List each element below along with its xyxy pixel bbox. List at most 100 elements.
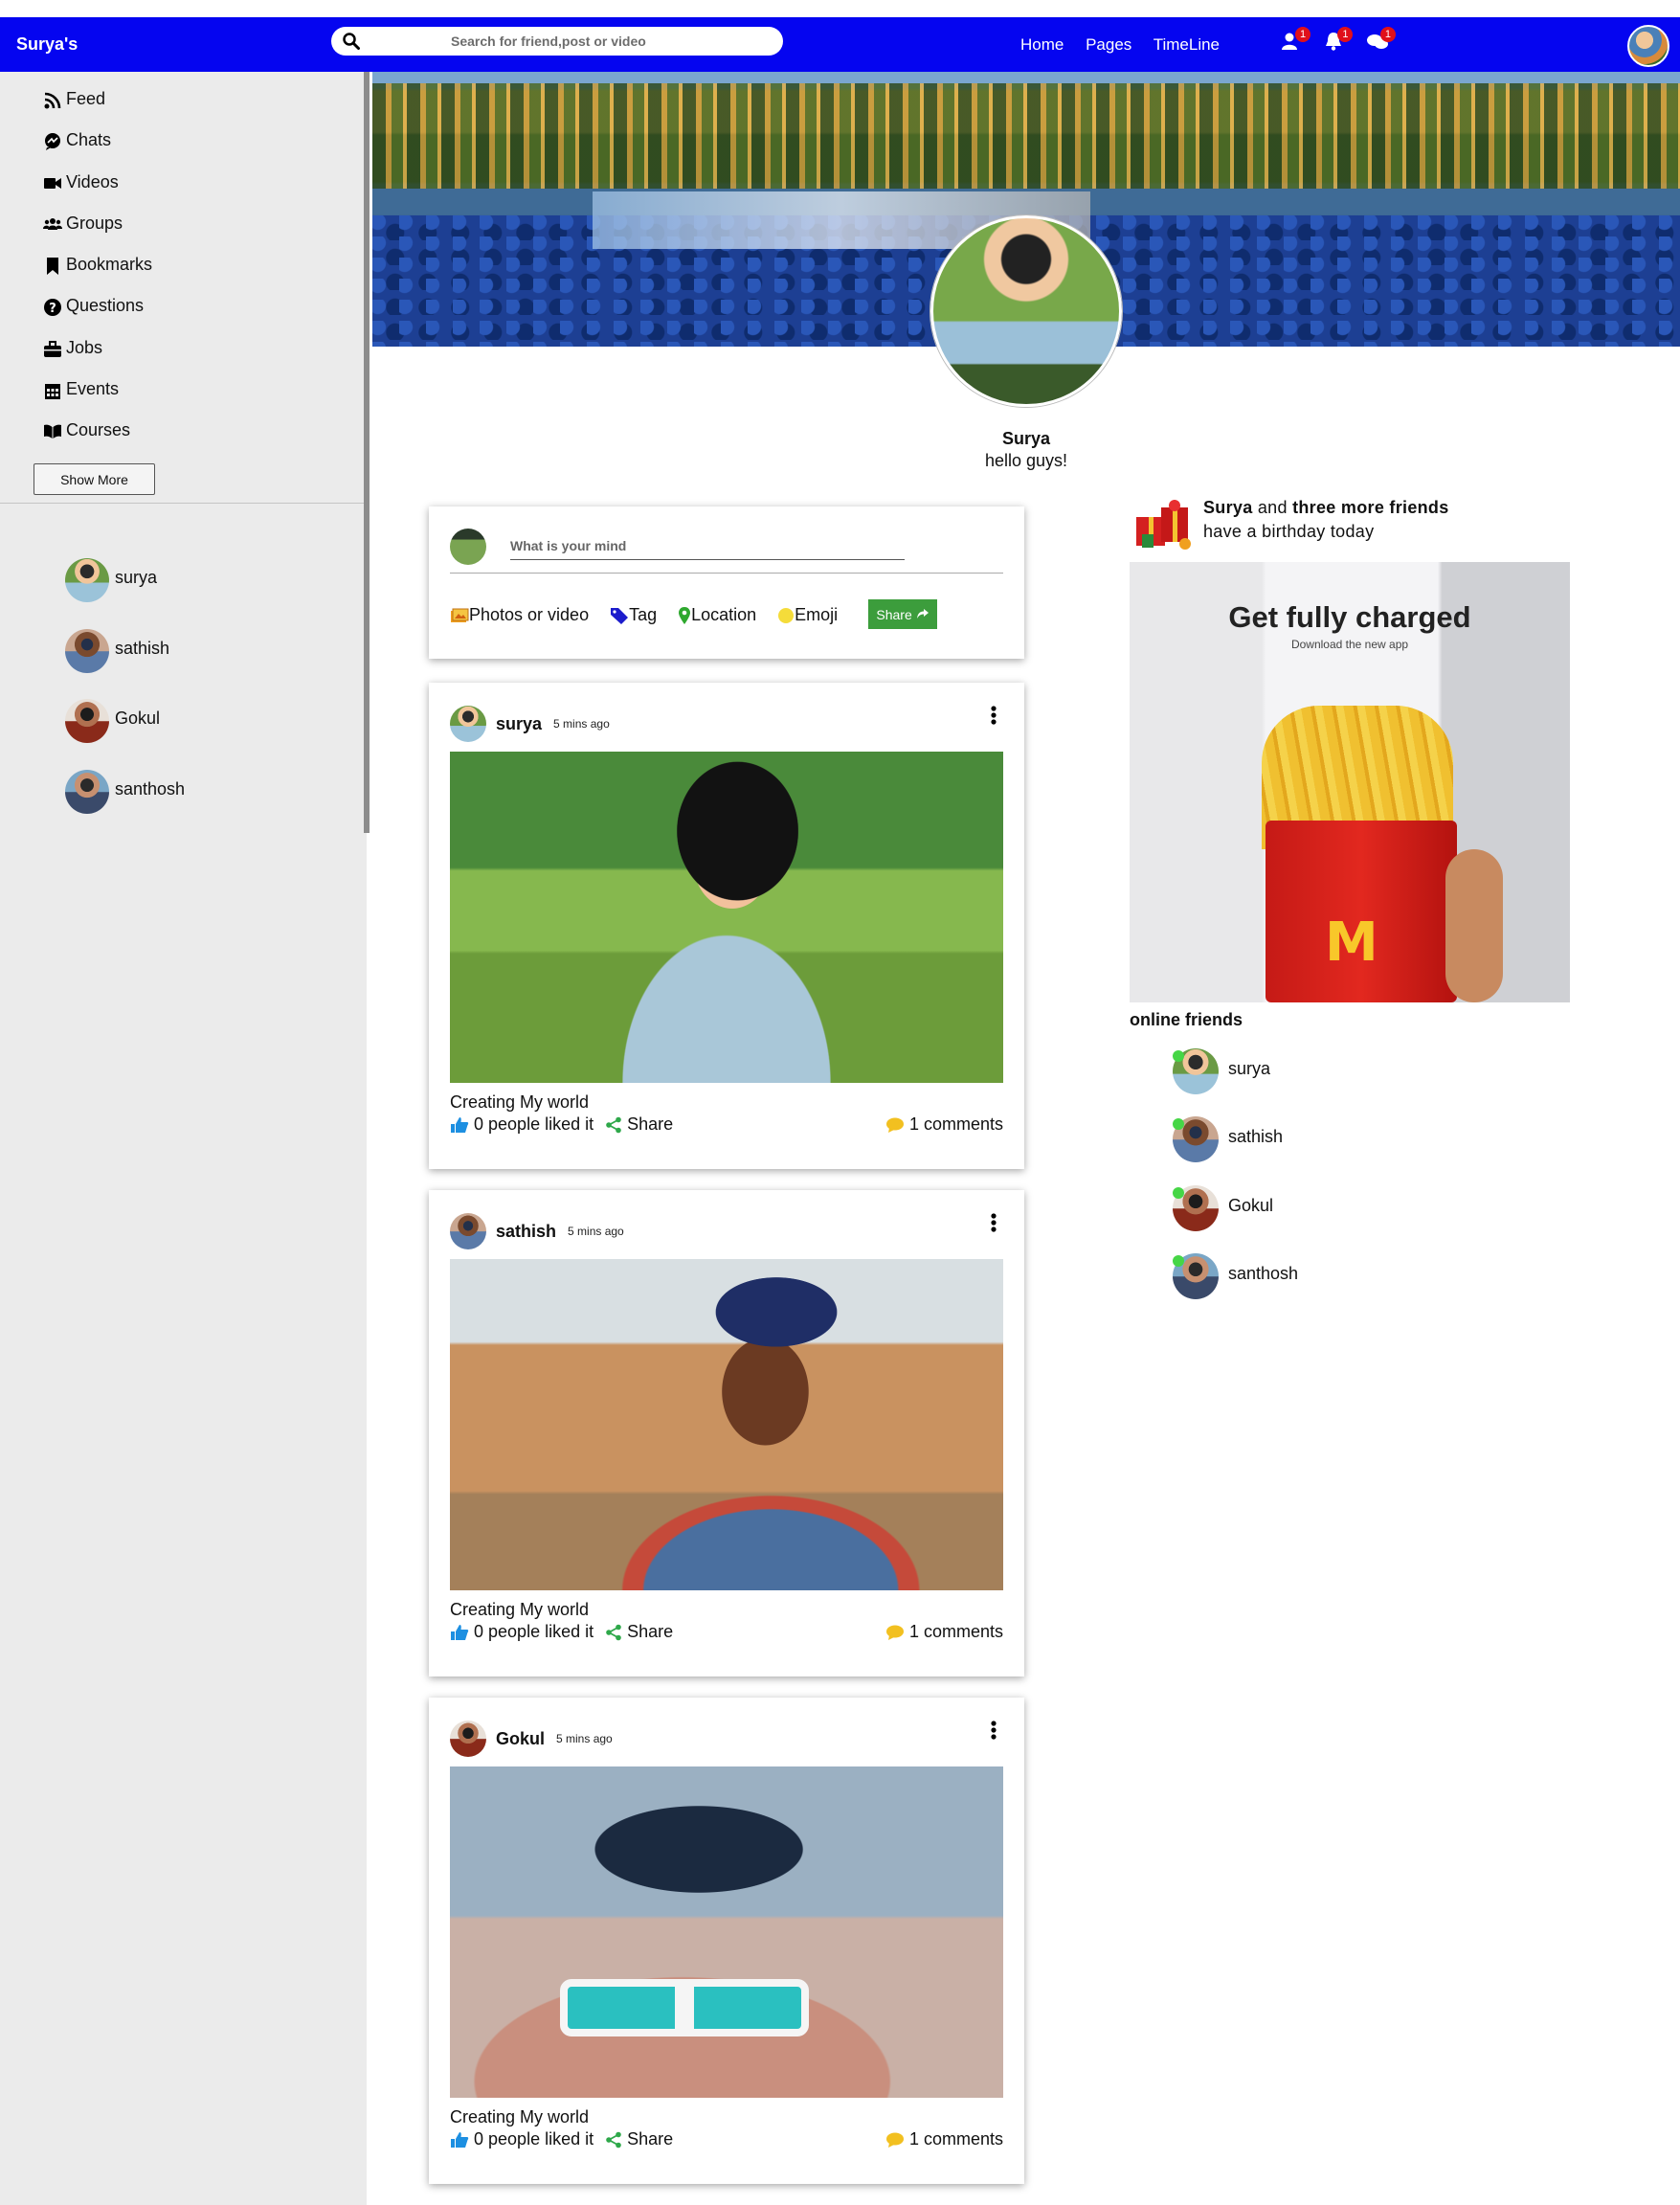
nav-pages-link[interactable]: Pages [1086,35,1131,54]
share-options: Photos or video Tag Location Emoji [450,605,859,625]
post-username[interactable]: surya [496,714,542,734]
like-button[interactable]: 0 people liked it [450,1114,594,1135]
like-count: 0 people liked it [474,2129,594,2149]
sidebar-item-videos[interactable]: Videos [43,172,152,214]
tag-icon [611,607,629,624]
share-label: Share [627,1622,674,1641]
avatar [450,529,486,565]
birthday-name[interactable]: Surya [1203,498,1253,517]
photo-video-option[interactable]: Photos or video [450,605,589,625]
sidebar-item-jobs[interactable]: Jobs [43,338,152,379]
messages-badge: 1 [1379,27,1396,42]
post-card: Gokul 5 mins ago Creating My world 0 peo… [429,1698,1024,2184]
nav-links: Home Pages TimeLine [1020,35,1237,55]
online-friend-santhosh[interactable]: santhosh [1173,1252,1298,1321]
sidebar-item-label: Questions [66,296,145,316]
briefcase-icon [44,340,61,357]
more-options-icon[interactable] [990,705,997,726]
show-more-button[interactable]: Show More [34,463,155,495]
advertisement[interactable]: Get fully charged Download the new app M [1130,562,1570,1002]
share-arrow-icon [916,608,929,619]
nav-home-link[interactable]: Home [1020,35,1064,54]
post-timestamp: 5 mins ago [556,1732,613,1745]
online-status-dot [1173,1254,1184,1267]
status-input[interactable] [510,531,905,560]
post-card: sathish 5 mins ago Creating My world 0 p… [429,1190,1024,1676]
sidebar-divider [0,503,367,504]
share-post-button[interactable]: Share [868,599,937,629]
user-avatar[interactable] [1627,25,1669,67]
location-option[interactable]: Location [678,605,756,625]
sidebar-item-bookmarks[interactable]: Bookmarks [43,255,152,296]
emoji-option[interactable]: Emoji [777,605,838,625]
post-caption: Creating My world [450,1600,590,1619]
online-friend-gokul[interactable]: Gokul [1173,1184,1298,1253]
tag-option[interactable]: Tag [610,605,657,625]
sidebar-friend-sathish[interactable]: sathish [65,628,185,709]
notifications-badge: 1 [1337,27,1354,42]
online-friends-list: surya sathish Gokul santhosh [1173,1048,1298,1321]
share-button[interactable]: Share [605,1114,673,1135]
video-icon [44,177,61,189]
more-options-icon[interactable] [990,1720,997,1741]
share-button[interactable]: Share [605,1622,673,1642]
sidebar-item-questions[interactable]: ? Questions [43,296,152,337]
share-box: Photos or video Tag Location Emoji Share [429,506,1024,659]
sidebar-friend-gokul[interactable]: Gokul [65,699,185,779]
brand-logo[interactable]: Surya's [16,34,78,55]
profile-picture[interactable] [930,215,1122,407]
comments-button[interactable]: 1 comments [885,1114,1003,1135]
sidebar-friend-surya[interactable]: surya [65,558,185,639]
comment-icon [885,1117,904,1133]
sidebar-item-courses[interactable]: Courses [43,420,152,461]
post-actions: 0 people liked it Share 1 comments [450,2129,1003,2149]
comments-button[interactable]: 1 comments [885,2129,1003,2149]
like-button[interactable]: 0 people liked it [450,2129,594,2149]
sidebar-friend-santhosh[interactable]: santhosh [65,769,185,850]
share-label: Share [627,1114,674,1134]
more-options-icon[interactable] [990,1212,997,1233]
friend-name: Gokul [115,709,161,728]
ad-subtitle: Download the new app [1290,638,1409,651]
left-sidebar: Feed Chats Videos Groups Bookmarks ? Que… [0,72,367,2205]
post-image[interactable] [450,1259,1003,1590]
avatar[interactable] [450,706,486,742]
post-header: surya 5 mins ago [450,706,610,742]
post-image[interactable] [450,1766,1003,2098]
search-bar[interactable] [331,27,783,56]
post-username[interactable]: Gokul [496,1729,545,1749]
avatar[interactable] [450,1721,486,1757]
avatar[interactable] [450,1213,486,1249]
messages-button[interactable]: 1 [1366,27,1396,56]
like-button[interactable]: 0 people liked it [450,1622,594,1642]
book-icon [44,424,61,439]
online-friend-sathish[interactable]: sathish [1173,1116,1298,1184]
share-button[interactable]: Share [605,2129,673,2149]
post-username[interactable]: sathish [496,1222,556,1242]
post-image[interactable] [450,752,1003,1083]
comment-icon [885,2132,904,2148]
sidebar-item-groups[interactable]: Groups [43,214,152,255]
notifications-button[interactable]: 1 [1323,27,1354,56]
sidebar-item-feed[interactable]: Feed [43,89,152,130]
post-actions: 0 people liked it Share 1 comments [450,1622,1003,1642]
profile-description: hello guys! [984,451,1068,470]
friend-requests-button[interactable]: 1 [1281,27,1310,56]
search-input[interactable] [370,31,772,52]
sidebar-item-label: Groups [66,213,123,233]
sidebar-item-events[interactable]: Events [43,379,152,420]
birthday-friends[interactable]: three more friends [1292,498,1448,517]
nav-timeline-link[interactable]: TimeLine [1154,35,1220,54]
post-timestamp: 5 mins ago [553,717,610,731]
sidebar-item-chats[interactable]: Chats [43,130,152,171]
top-navbar: Surya's Home Pages TimeLine 1 1 [0,17,1680,72]
online-friend-surya[interactable]: surya [1173,1048,1298,1116]
sidebar-scrollbar[interactable] [364,72,370,833]
option-label: Location [691,605,757,624]
post-header: sathish 5 mins ago [450,1213,624,1249]
online-status-dot [1173,1186,1184,1199]
sunglasses-graphic [560,1979,809,2036]
like-count: 0 people liked it [474,1622,594,1641]
friend-requests-badge: 1 [1295,27,1310,42]
comments-button[interactable]: 1 comments [885,1622,1003,1642]
